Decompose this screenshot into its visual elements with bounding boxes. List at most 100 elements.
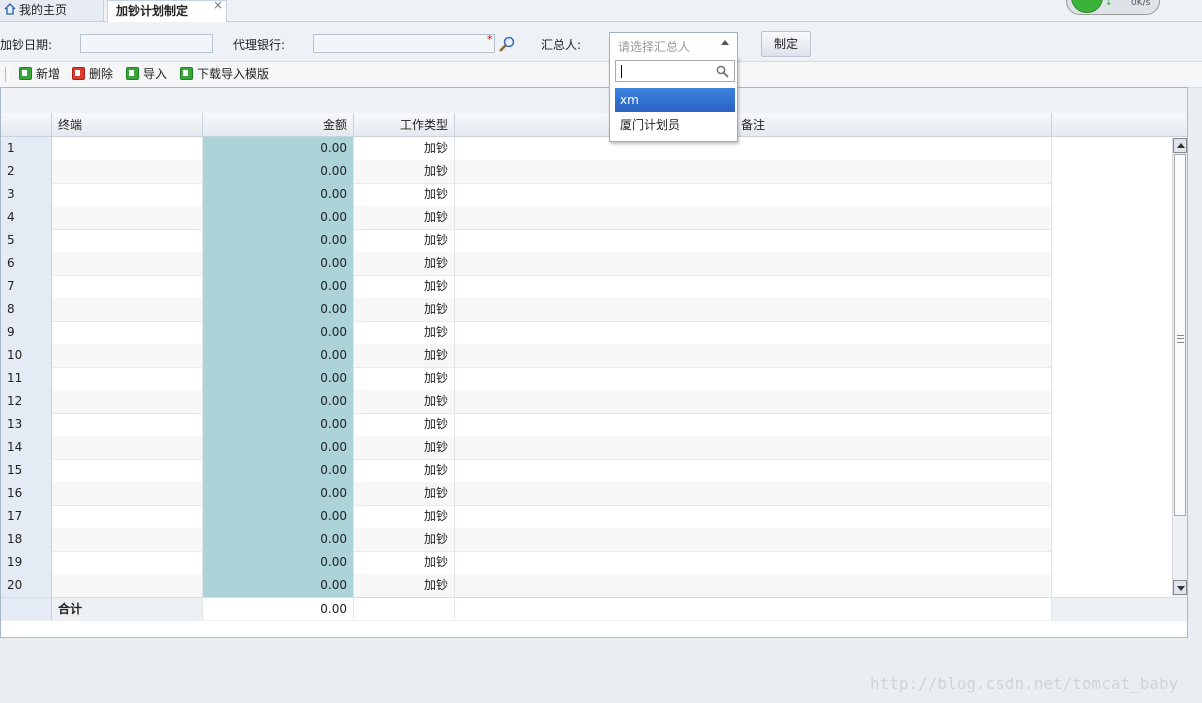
dropdown-option-xm[interactable]: xm bbox=[615, 88, 735, 112]
table-row[interactable]: 6 0.00 加钞 bbox=[1, 252, 1052, 276]
amount-cell[interactable]: 0.00 bbox=[203, 229, 354, 252]
bank-input[interactable] bbox=[313, 34, 495, 53]
work-type-cell[interactable]: 加钞 bbox=[354, 229, 455, 252]
amount-cell[interactable]: 0.00 bbox=[203, 482, 354, 505]
make-plan-button[interactable]: 制定 bbox=[761, 31, 811, 57]
header-work-type[interactable]: 工作类型 bbox=[354, 113, 455, 136]
table-row[interactable]: 11 0.00 加钞 bbox=[1, 367, 1052, 391]
terminal-cell[interactable] bbox=[52, 367, 203, 390]
work-type-cell[interactable]: 加钞 bbox=[354, 183, 455, 206]
work-type-cell[interactable]: 加钞 bbox=[354, 459, 455, 482]
amount-cell[interactable]: 0.00 bbox=[203, 436, 354, 459]
note-cell[interactable] bbox=[455, 206, 1052, 229]
terminal-cell[interactable] bbox=[52, 574, 203, 597]
terminal-cell[interactable] bbox=[52, 482, 203, 505]
amount-cell[interactable]: 0.00 bbox=[203, 505, 354, 528]
delete-button[interactable]: 删除 bbox=[72, 66, 113, 83]
table-row[interactable]: 19 0.00 加钞 bbox=[1, 551, 1052, 575]
table-row[interactable]: 2 0.00 加钞 bbox=[1, 160, 1052, 184]
terminal-cell[interactable] bbox=[52, 528, 203, 551]
amount-cell[interactable]: 0.00 bbox=[203, 367, 354, 390]
note-cell[interactable] bbox=[455, 459, 1052, 482]
dropdown-option-planner[interactable]: 厦门计划员 bbox=[615, 113, 735, 137]
note-cell[interactable] bbox=[455, 252, 1052, 275]
table-row[interactable]: 12 0.00 加钞 bbox=[1, 390, 1052, 414]
note-cell[interactable] bbox=[455, 574, 1052, 597]
terminal-cell[interactable] bbox=[52, 206, 203, 229]
amount-cell[interactable]: 0.00 bbox=[203, 275, 354, 298]
terminal-cell[interactable] bbox=[52, 551, 203, 574]
table-row[interactable]: 14 0.00 加钞 bbox=[1, 436, 1052, 460]
summarizer-select[interactable]: 请选择汇总人 bbox=[609, 32, 738, 56]
amount-cell[interactable]: 0.00 bbox=[203, 183, 354, 206]
table-row[interactable]: 17 0.00 加钞 bbox=[1, 505, 1052, 529]
terminal-cell[interactable] bbox=[52, 436, 203, 459]
note-cell[interactable] bbox=[455, 505, 1052, 528]
header-note[interactable]: 备注 bbox=[455, 113, 1052, 136]
amount-cell[interactable]: 0.00 bbox=[203, 206, 354, 229]
tab-home[interactable]: 我的主页 bbox=[0, 0, 104, 21]
amount-cell[interactable]: 0.00 bbox=[203, 551, 354, 574]
amount-cell[interactable]: 0.00 bbox=[203, 528, 354, 551]
table-row[interactable]: 1 0.00 加钞 bbox=[1, 137, 1052, 161]
import-button[interactable]: 导入 bbox=[126, 66, 167, 83]
work-type-cell[interactable]: 加钞 bbox=[354, 367, 455, 390]
table-row[interactable]: 4 0.00 加钞 bbox=[1, 206, 1052, 230]
work-type-cell[interactable]: 加钞 bbox=[354, 160, 455, 183]
note-cell[interactable] bbox=[455, 275, 1052, 298]
work-type-cell[interactable]: 加钞 bbox=[354, 413, 455, 436]
work-type-cell[interactable]: 加钞 bbox=[354, 528, 455, 551]
work-type-cell[interactable]: 加钞 bbox=[354, 344, 455, 367]
note-cell[interactable] bbox=[455, 551, 1052, 574]
tab-cash-plan[interactable]: 加钞计划制定 × bbox=[107, 0, 227, 22]
amount-cell[interactable]: 0.00 bbox=[203, 574, 354, 597]
add-button[interactable]: 新增 bbox=[19, 66, 60, 83]
terminal-cell[interactable] bbox=[52, 505, 203, 528]
work-type-cell[interactable]: 加钞 bbox=[354, 436, 455, 459]
note-cell[interactable] bbox=[455, 344, 1052, 367]
vertical-scrollbar[interactable] bbox=[1172, 138, 1187, 596]
dropdown-search-input[interactable] bbox=[615, 60, 735, 82]
scroll-down-button[interactable] bbox=[1173, 580, 1187, 595]
note-cell[interactable] bbox=[455, 321, 1052, 344]
work-type-cell[interactable]: 加钞 bbox=[354, 298, 455, 321]
note-cell[interactable] bbox=[455, 367, 1052, 390]
note-cell[interactable] bbox=[455, 482, 1052, 505]
table-row[interactable]: 10 0.00 加钞 bbox=[1, 344, 1052, 368]
header-terminal[interactable]: 终端 bbox=[52, 113, 203, 136]
scrollbar-thumb[interactable] bbox=[1174, 154, 1186, 516]
work-type-cell[interactable]: 加钞 bbox=[354, 206, 455, 229]
terminal-cell[interactable] bbox=[52, 298, 203, 321]
note-cell[interactable] bbox=[455, 298, 1052, 321]
terminal-cell[interactable] bbox=[52, 252, 203, 275]
amount-cell[interactable]: 0.00 bbox=[203, 252, 354, 275]
amount-cell[interactable]: 0.00 bbox=[203, 390, 354, 413]
work-type-cell[interactable]: 加钞 bbox=[354, 275, 455, 298]
amount-cell[interactable]: 0.00 bbox=[203, 298, 354, 321]
work-type-cell[interactable]: 加钞 bbox=[354, 505, 455, 528]
note-cell[interactable] bbox=[455, 137, 1052, 160]
header-amount[interactable]: 金额 bbox=[203, 113, 354, 136]
table-row[interactable]: 18 0.00 加钞 bbox=[1, 528, 1052, 552]
work-type-cell[interactable]: 加钞 bbox=[354, 551, 455, 574]
note-cell[interactable] bbox=[455, 390, 1052, 413]
note-cell[interactable] bbox=[455, 436, 1052, 459]
work-type-cell[interactable]: 加钞 bbox=[354, 390, 455, 413]
table-row[interactable]: 20 0.00 加钞 bbox=[1, 574, 1052, 597]
search-icon[interactable] bbox=[498, 36, 516, 54]
table-row[interactable]: 7 0.00 加钞 bbox=[1, 275, 1052, 299]
table-row[interactable]: 15 0.00 加钞 bbox=[1, 459, 1052, 483]
note-cell[interactable] bbox=[455, 528, 1052, 551]
amount-cell[interactable]: 0.00 bbox=[203, 344, 354, 367]
terminal-cell[interactable] bbox=[52, 413, 203, 436]
amount-cell[interactable]: 0.00 bbox=[203, 137, 354, 160]
close-icon[interactable]: × bbox=[213, 0, 223, 15]
note-cell[interactable] bbox=[455, 183, 1052, 206]
amount-cell[interactable]: 0.00 bbox=[203, 459, 354, 482]
terminal-cell[interactable] bbox=[52, 390, 203, 413]
table-row[interactable]: 8 0.00 加钞 bbox=[1, 298, 1052, 322]
terminal-cell[interactable] bbox=[52, 183, 203, 206]
terminal-cell[interactable] bbox=[52, 459, 203, 482]
table-row[interactable]: 5 0.00 加钞 bbox=[1, 229, 1052, 253]
amount-cell[interactable]: 0.00 bbox=[203, 321, 354, 344]
